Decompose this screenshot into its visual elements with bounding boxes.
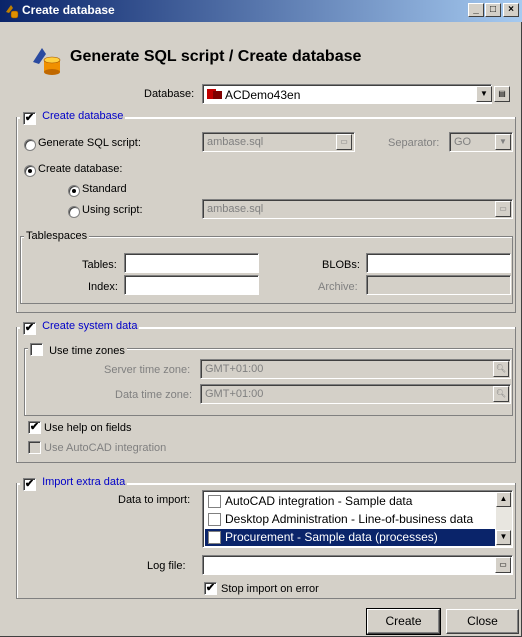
close-button[interactable]: Close — [446, 609, 519, 634]
item-checkbox[interactable] — [208, 513, 221, 526]
database-wizard-icon — [33, 48, 61, 75]
blobs-label: BLOBs: — [322, 259, 360, 271]
list-item[interactable]: AutoCAD integration - Sample data — [205, 493, 495, 510]
data-to-import-label: Data to import: — [118, 494, 191, 506]
script-folder-icon[interactable]: ▭ — [495, 201, 511, 217]
archive-label: Archive: — [318, 281, 358, 293]
create-db-radio[interactable] — [24, 165, 36, 177]
system-data-label: Create system data — [42, 320, 138, 332]
search-icon[interactable]: 🔍︎ — [493, 361, 509, 377]
archive-field[interactable] — [366, 275, 511, 295]
database-label: Database: — [144, 88, 195, 100]
scroll-up-icon[interactable]: ▲ — [496, 492, 511, 507]
item-checkbox[interactable] — [208, 531, 221, 544]
item-label: AutoCAD integration - Sample data — [225, 494, 413, 508]
database-value: ACDemo43en — [225, 88, 301, 102]
database-connection-icon — [207, 89, 222, 99]
create-db-label: Create database — [42, 110, 124, 122]
minimize-button[interactable]: _ — [468, 3, 484, 17]
help-fields-checkbox[interactable]: ✔ — [28, 421, 41, 434]
index-label: Index: — [88, 281, 118, 293]
stop-import-checkbox[interactable]: ✔ — [204, 582, 217, 595]
window-title: Create database — [22, 3, 115, 17]
scroll-down-icon[interactable]: ▼ — [496, 530, 511, 545]
create-db-header: ✔ Create database — [20, 110, 126, 125]
standard-label: Standard — [82, 183, 127, 195]
folder-icon[interactable]: ▭ — [336, 134, 352, 150]
index-field[interactable] — [124, 275, 259, 295]
generate-sql-label: Generate SQL script: — [38, 137, 141, 149]
log-file-label: Log file: — [147, 560, 186, 572]
server-tz-field[interactable]: GMT+01:00 — [200, 359, 511, 379]
time-zones-label: Use time zones — [49, 345, 125, 357]
chevron-down-icon[interactable]: ▼ — [476, 86, 492, 102]
data-tz-search-icon[interactable]: 🔍︎ — [493, 386, 509, 402]
data-tz-label: Data time zone: — [115, 389, 193, 401]
stop-import-label: Stop import on error — [221, 583, 319, 595]
generate-sql-radio[interactable] — [24, 139, 36, 151]
separator-chevron-icon[interactable]: ▼ — [495, 134, 511, 150]
system-data-header: ✔ Create system data — [20, 320, 140, 335]
create-db-radio-label: Create database: — [38, 163, 123, 175]
standard-radio[interactable] — [68, 185, 80, 197]
title-bar: Create database _ □ × — [0, 0, 522, 22]
list-item[interactable]: Procurement - Sample data (processes) — [205, 529, 495, 546]
database-combo[interactable]: ACDemo43en — [202, 84, 492, 104]
import-list[interactable]: AutoCAD integration - Sample data Deskto… — [202, 490, 513, 548]
create-button[interactable]: Create — [366, 608, 441, 635]
create-database-dialog: Create database _ □ × Generate SQL scrip… — [0, 0, 522, 637]
tables-field[interactable] — [124, 253, 259, 273]
tables-label: Tables: — [82, 259, 117, 271]
item-label: Procurement - Sample data (processes) — [225, 530, 438, 544]
tablespaces-title: Tablespaces — [24, 230, 90, 242]
log-folder-icon[interactable]: ▭ — [495, 557, 511, 573]
separator-label: Separator: — [388, 137, 440, 149]
time-zones-header: Use time zones — [28, 341, 127, 357]
import-checkbox[interactable]: ✔ — [23, 478, 36, 491]
database-app-icon — [6, 5, 19, 19]
using-script-label: Using script: — [82, 204, 143, 216]
using-script-radio[interactable] — [68, 206, 80, 218]
script-file-field[interactable]: ambase.sql — [202, 199, 513, 219]
scrollbar[interactable]: ▲ ▼ — [496, 492, 512, 546]
page-title: Generate SQL script / Create database — [70, 48, 362, 65]
import-label: Import extra data — [42, 476, 126, 488]
sql-file-field[interactable]: ambase.sql — [202, 132, 355, 152]
maximize-button[interactable]: □ — [485, 3, 501, 17]
time-zones-checkbox[interactable] — [30, 343, 43, 356]
server-tz-label: Server time zone: — [104, 364, 191, 376]
data-tz-field[interactable]: GMT+01:00 — [200, 384, 511, 404]
system-data-checkbox[interactable]: ✔ — [23, 322, 36, 335]
close-window-button[interactable]: × — [503, 3, 519, 17]
list-item[interactable]: Desktop Administration - Line-of-busines… — [205, 511, 495, 528]
import-header: ✔ Import extra data — [20, 476, 128, 491]
autocad-label: Use AutoCAD integration — [44, 442, 167, 454]
browse-database-button[interactable]: ▤ — [494, 86, 510, 102]
help-fields-label: Use help on fields — [44, 422, 132, 434]
autocad-checkbox[interactable] — [28, 441, 41, 454]
blobs-field[interactable] — [366, 253, 511, 273]
item-checkbox[interactable] — [208, 495, 221, 508]
log-file-field[interactable] — [202, 555, 513, 575]
item-label: Desktop Administration - Line-of-busines… — [225, 512, 474, 526]
create-db-checkbox[interactable]: ✔ — [23, 112, 36, 125]
